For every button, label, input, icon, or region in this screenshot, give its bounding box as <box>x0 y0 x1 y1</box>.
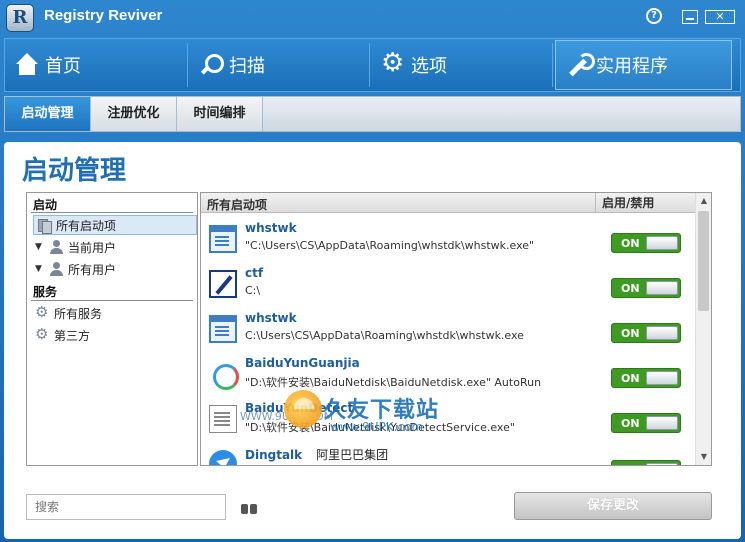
tab-schedule[interactable]: 时间编排 <box>177 97 263 131</box>
search-icon <box>199 53 224 77</box>
nav-home-label: 首页 <box>45 56 81 77</box>
tree-item-label: 当前用户 <box>68 240 117 255</box>
category-tree: 启动 所有启动项 ▼ 当前用户 ▼ 所有用户 服务 所有服务 <box>26 192 198 466</box>
document-icon <box>209 405 237 433</box>
page-title: 启动管理 <box>22 156 127 186</box>
tree-item-current-user[interactable]: ▼ 当前用户 <box>33 237 197 257</box>
scroll-up-icon[interactable]: ▲ <box>696 193 711 209</box>
list-row[interactable]: ctf C:\ ON <box>201 260 695 305</box>
row-publisher: 阿里巴巴集团 <box>316 448 389 462</box>
documents-icon <box>37 218 52 234</box>
wrench-icon <box>566 53 595 77</box>
tree-section-startup: 启动 <box>33 198 58 212</box>
row-path: "C:\Users\CS\AppData\Roaming\whstdk\whst… <box>245 239 535 252</box>
row-name: ctf <box>245 266 264 280</box>
nav-options[interactable]: 选项 <box>371 39 551 91</box>
tree-item-third-party[interactable]: 第三方 <box>35 325 195 345</box>
watermark-logo-icon <box>284 390 322 428</box>
tree-section-services: 服务 <box>33 285 58 299</box>
title-bar: R Registry Reviver ? ✕ <box>0 0 745 34</box>
user-icon <box>49 239 64 255</box>
help-button[interactable]: ? <box>646 8 662 24</box>
toggle-knob[interactable] <box>646 371 678 385</box>
tree-item-label: 所有用户 <box>68 262 117 277</box>
row-name: whstwk <box>245 221 297 235</box>
window-icon <box>209 315 237 343</box>
enable-toggle[interactable]: ON <box>611 368 681 388</box>
watermark: WWW.9UPK.COM 久友下载站 www.9UPK.com <box>240 386 480 440</box>
row-path: C:\ <box>245 284 261 297</box>
toggle-state: ON <box>621 417 640 430</box>
column-header-toggle[interactable]: 启用/禁用 <box>595 193 695 213</box>
toggle-state: ON <box>621 327 640 340</box>
vertical-scrollbar[interactable]: ▲ ▼ <box>695 193 711 465</box>
sub-tabs: 启动管理 注册优化 时间编排 <box>4 96 741 132</box>
toggle-state: ON <box>621 282 640 295</box>
toggle-knob[interactable] <box>646 281 678 295</box>
main-nav: 首页 扫描 选项 实用程序 <box>4 38 741 92</box>
toggle-knob[interactable] <box>646 463 678 465</box>
main-panel: 启动管理 启动 所有启动项 ▼ 当前用户 ▼ 所有用户 服务 所有服务 <box>4 142 741 539</box>
tree-item-all-startup[interactable]: 所有启动项 <box>33 215 197 235</box>
gears-icon <box>35 325 50 343</box>
nav-utilities-label: 实用程序 <box>596 56 668 77</box>
list-row[interactable]: Dingtalk 阿里巴巴集团 ON <box>201 440 695 465</box>
row-path: C:\Users\CS\AppData\Roaming\whstdk\whstw… <box>245 329 524 342</box>
enable-toggle[interactable]: ON <box>611 460 681 465</box>
dingtalk-icon <box>209 450 237 465</box>
tree-item-all-users[interactable]: ▼ 所有用户 <box>33 259 197 279</box>
list-row[interactable]: whstwk "C:\Users\CS\AppData\Roaming\whst… <box>201 215 695 260</box>
toggle-knob[interactable] <box>646 236 678 250</box>
tab-startup-manager[interactable]: 启动管理 <box>5 97 91 131</box>
list-row[interactable]: whstwk C:\Users\CS\AppData\Roaming\whstd… <box>201 305 695 350</box>
list-header: 所有启动项 启用/禁用 <box>201 193 695 213</box>
gear-icon <box>381 48 405 78</box>
save-changes-button[interactable]: 保存更改 <box>514 492 712 520</box>
enable-toggle[interactable]: ON <box>611 323 681 343</box>
pencil-icon <box>209 270 237 298</box>
enable-toggle[interactable]: ON <box>611 413 681 433</box>
app-logo-icon: R <box>6 4 34 32</box>
nav-scan-label: 扫描 <box>229 56 265 77</box>
search-input[interactable] <box>26 494 226 520</box>
nav-utilities[interactable]: 实用程序 <box>555 40 732 90</box>
column-header-items[interactable]: 所有启动项 <box>207 196 267 213</box>
toggle-state: ON <box>621 464 640 465</box>
app-title: Registry Reviver <box>44 7 163 24</box>
binoculars-icon[interactable] <box>240 498 258 516</box>
close-button[interactable]: ✕ <box>705 10 735 24</box>
row-name: BaiduYunGuanjia <box>245 356 360 370</box>
row-name: whstwk <box>245 311 297 325</box>
gear-icon <box>35 303 50 321</box>
enable-toggle[interactable]: ON <box>611 233 681 253</box>
row-name: Dingtalk 阿里巴巴集团 <box>245 446 388 463</box>
window-icon <box>209 225 237 253</box>
nav-home[interactable]: 首页 <box>5 39 185 91</box>
tab-registry-optimize[interactable]: 注册优化 <box>91 97 177 131</box>
nav-scan[interactable]: 扫描 <box>189 39 369 91</box>
toggle-knob[interactable] <box>646 416 678 430</box>
app-window: R Registry Reviver ? ✕ 首页 扫描 选项 实用程序 启动管… <box>0 0 745 542</box>
enable-toggle[interactable]: ON <box>611 278 681 298</box>
scroll-down-icon[interactable]: ▼ <box>696 449 711 465</box>
row-name-text: Dingtalk <box>245 448 303 462</box>
chevron-down-icon[interactable]: ▼ <box>35 264 45 274</box>
chevron-down-icon[interactable]: ▼ <box>35 242 45 252</box>
toggle-knob[interactable] <box>646 326 678 340</box>
tree-item-label: 所有启动项 <box>56 218 117 233</box>
scroll-thumb[interactable] <box>698 211 709 311</box>
toggle-state: ON <box>621 237 640 250</box>
tree-item-label: 第三方 <box>54 328 91 343</box>
nav-options-label: 选项 <box>411 56 447 77</box>
tree-item-label: 所有服务 <box>54 306 103 321</box>
toggle-state: ON <box>621 372 640 385</box>
tree-item-all-services[interactable]: 所有服务 <box>35 303 195 323</box>
baidu-cloud-icon <box>209 360 239 390</box>
minimize-button[interactable] <box>682 10 698 24</box>
users-icon <box>49 261 64 277</box>
watermark-url: www.9UPK.com <box>330 420 424 434</box>
home-icon <box>15 53 39 77</box>
